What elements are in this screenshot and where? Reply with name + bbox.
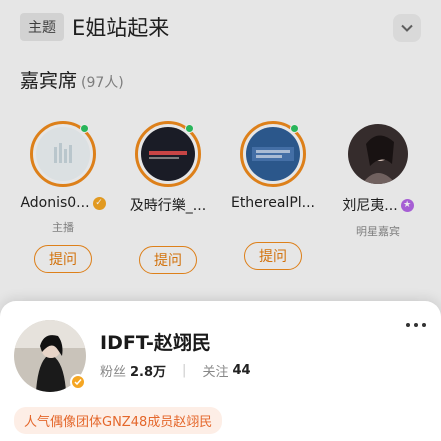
verified-badge-icon (70, 374, 86, 390)
stats-separator: | (182, 363, 187, 378)
fans-count[interactable]: 2.8万 (130, 361, 166, 380)
more-dot-icon (422, 323, 426, 327)
more-options-button[interactable] (406, 323, 426, 327)
fans-label: 粉丝 (100, 365, 127, 380)
profile-sheet: IDFT-赵翊民 粉丝 2.8万 | 关注 44 人气偶像团体GNZ48成员赵翊… (0, 301, 441, 441)
more-dot-icon (414, 323, 418, 327)
profile-stats: 粉丝 2.8万 | 关注 44 (100, 361, 251, 380)
profile-bio: 人气偶像团体GNZ48成员赵翊民 (14, 407, 223, 434)
follow-label: 关注 (202, 365, 229, 380)
profile-name: IDFT-赵翊民 (100, 332, 211, 354)
follow-count[interactable]: 44 (232, 363, 250, 378)
more-dot-icon (406, 323, 410, 327)
